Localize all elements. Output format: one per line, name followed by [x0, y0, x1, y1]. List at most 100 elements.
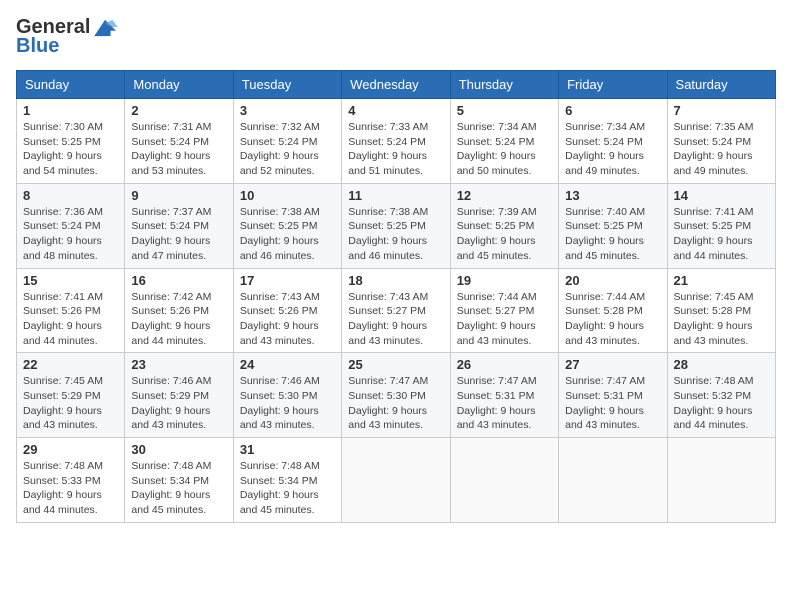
day-detail: Sunrise: 7:48 AM Sunset: 5:34 PM Dayligh…	[240, 459, 335, 518]
day-number: 19	[457, 273, 552, 288]
calendar-cell: 25 Sunrise: 7:47 AM Sunset: 5:30 PM Dayl…	[342, 353, 450, 438]
day-number: 14	[674, 188, 769, 203]
calendar-cell: 6 Sunrise: 7:34 AM Sunset: 5:24 PM Dayli…	[559, 99, 667, 184]
calendar-cell: 16 Sunrise: 7:42 AM Sunset: 5:26 PM Dayl…	[125, 268, 233, 353]
day-number: 12	[457, 188, 552, 203]
calendar-cell: 30 Sunrise: 7:48 AM Sunset: 5:34 PM Dayl…	[125, 438, 233, 523]
day-header-tuesday: Tuesday	[233, 71, 341, 99]
day-detail: Sunrise: 7:43 AM Sunset: 5:27 PM Dayligh…	[348, 290, 443, 349]
day-number: 24	[240, 357, 335, 372]
day-number: 18	[348, 273, 443, 288]
calendar-cell: 1 Sunrise: 7:30 AM Sunset: 5:25 PM Dayli…	[17, 99, 125, 184]
day-detail: Sunrise: 7:37 AM Sunset: 5:24 PM Dayligh…	[131, 205, 226, 264]
day-number: 23	[131, 357, 226, 372]
day-detail: Sunrise: 7:41 AM Sunset: 5:25 PM Dayligh…	[674, 205, 769, 264]
day-detail: Sunrise: 7:47 AM Sunset: 5:31 PM Dayligh…	[565, 374, 660, 433]
calendar-cell: 29 Sunrise: 7:48 AM Sunset: 5:33 PM Dayl…	[17, 438, 125, 523]
calendar-cell: 27 Sunrise: 7:47 AM Sunset: 5:31 PM Dayl…	[559, 353, 667, 438]
day-number: 9	[131, 188, 226, 203]
calendar-cell: 20 Sunrise: 7:44 AM Sunset: 5:28 PM Dayl…	[559, 268, 667, 353]
day-header-sunday: Sunday	[17, 71, 125, 99]
day-header-thursday: Thursday	[450, 71, 558, 99]
day-detail: Sunrise: 7:47 AM Sunset: 5:31 PM Dayligh…	[457, 374, 552, 433]
calendar-cell	[342, 438, 450, 523]
day-detail: Sunrise: 7:31 AM Sunset: 5:24 PM Dayligh…	[131, 120, 226, 179]
day-header-wednesday: Wednesday	[342, 71, 450, 99]
calendar-week-3: 15 Sunrise: 7:41 AM Sunset: 5:26 PM Dayl…	[17, 268, 776, 353]
day-number: 15	[23, 273, 118, 288]
day-number: 11	[348, 188, 443, 203]
calendar-cell: 4 Sunrise: 7:33 AM Sunset: 5:24 PM Dayli…	[342, 99, 450, 184]
day-number: 22	[23, 357, 118, 372]
calendar-week-1: 1 Sunrise: 7:30 AM Sunset: 5:25 PM Dayli…	[17, 99, 776, 184]
calendar-cell: 7 Sunrise: 7:35 AM Sunset: 5:24 PM Dayli…	[667, 99, 775, 184]
day-number: 29	[23, 442, 118, 457]
day-number: 4	[348, 103, 443, 118]
day-number: 5	[457, 103, 552, 118]
day-number: 2	[131, 103, 226, 118]
calendar-week-5: 29 Sunrise: 7:48 AM Sunset: 5:33 PM Dayl…	[17, 438, 776, 523]
day-number: 28	[674, 357, 769, 372]
calendar-cell: 3 Sunrise: 7:32 AM Sunset: 5:24 PM Dayli…	[233, 99, 341, 184]
calendar-cell	[450, 438, 558, 523]
day-number: 8	[23, 188, 118, 203]
day-number: 17	[240, 273, 335, 288]
logo: General Blue	[16, 16, 120, 58]
day-detail: Sunrise: 7:47 AM Sunset: 5:30 PM Dayligh…	[348, 374, 443, 433]
day-detail: Sunrise: 7:42 AM Sunset: 5:26 PM Dayligh…	[131, 290, 226, 349]
calendar-cell: 17 Sunrise: 7:43 AM Sunset: 5:26 PM Dayl…	[233, 268, 341, 353]
day-header-saturday: Saturday	[667, 71, 775, 99]
day-detail: Sunrise: 7:46 AM Sunset: 5:30 PM Dayligh…	[240, 374, 335, 433]
day-number: 6	[565, 103, 660, 118]
calendar-week-4: 22 Sunrise: 7:45 AM Sunset: 5:29 PM Dayl…	[17, 353, 776, 438]
logo-icon	[92, 18, 120, 38]
day-detail: Sunrise: 7:38 AM Sunset: 5:25 PM Dayligh…	[348, 205, 443, 264]
day-detail: Sunrise: 7:39 AM Sunset: 5:25 PM Dayligh…	[457, 205, 552, 264]
day-detail: Sunrise: 7:44 AM Sunset: 5:27 PM Dayligh…	[457, 290, 552, 349]
day-number: 27	[565, 357, 660, 372]
calendar-cell: 9 Sunrise: 7:37 AM Sunset: 5:24 PM Dayli…	[125, 183, 233, 268]
day-detail: Sunrise: 7:48 AM Sunset: 5:34 PM Dayligh…	[131, 459, 226, 518]
day-detail: Sunrise: 7:48 AM Sunset: 5:32 PM Dayligh…	[674, 374, 769, 433]
calendar-cell: 10 Sunrise: 7:38 AM Sunset: 5:25 PM Dayl…	[233, 183, 341, 268]
day-detail: Sunrise: 7:30 AM Sunset: 5:25 PM Dayligh…	[23, 120, 118, 179]
day-detail: Sunrise: 7:32 AM Sunset: 5:24 PM Dayligh…	[240, 120, 335, 179]
calendar-week-2: 8 Sunrise: 7:36 AM Sunset: 5:24 PM Dayli…	[17, 183, 776, 268]
calendar-cell	[667, 438, 775, 523]
calendar-cell: 12 Sunrise: 7:39 AM Sunset: 5:25 PM Dayl…	[450, 183, 558, 268]
calendar-header-row: SundayMondayTuesdayWednesdayThursdayFrid…	[17, 71, 776, 99]
day-header-monday: Monday	[125, 71, 233, 99]
day-number: 16	[131, 273, 226, 288]
day-number: 30	[131, 442, 226, 457]
day-detail: Sunrise: 7:41 AM Sunset: 5:26 PM Dayligh…	[23, 290, 118, 349]
day-detail: Sunrise: 7:44 AM Sunset: 5:28 PM Dayligh…	[565, 290, 660, 349]
day-header-friday: Friday	[559, 71, 667, 99]
day-detail: Sunrise: 7:40 AM Sunset: 5:25 PM Dayligh…	[565, 205, 660, 264]
day-detail: Sunrise: 7:34 AM Sunset: 5:24 PM Dayligh…	[565, 120, 660, 179]
calendar-cell: 31 Sunrise: 7:48 AM Sunset: 5:34 PM Dayl…	[233, 438, 341, 523]
day-number: 7	[674, 103, 769, 118]
day-detail: Sunrise: 7:36 AM Sunset: 5:24 PM Dayligh…	[23, 205, 118, 264]
logo-blue: Blue	[16, 35, 59, 58]
day-number: 1	[23, 103, 118, 118]
day-detail: Sunrise: 7:35 AM Sunset: 5:24 PM Dayligh…	[674, 120, 769, 179]
day-detail: Sunrise: 7:45 AM Sunset: 5:29 PM Dayligh…	[23, 374, 118, 433]
calendar-cell: 8 Sunrise: 7:36 AM Sunset: 5:24 PM Dayli…	[17, 183, 125, 268]
calendar-cell: 28 Sunrise: 7:48 AM Sunset: 5:32 PM Dayl…	[667, 353, 775, 438]
calendar-cell: 15 Sunrise: 7:41 AM Sunset: 5:26 PM Dayl…	[17, 268, 125, 353]
calendar-cell: 14 Sunrise: 7:41 AM Sunset: 5:25 PM Dayl…	[667, 183, 775, 268]
calendar-cell	[559, 438, 667, 523]
calendar-cell: 22 Sunrise: 7:45 AM Sunset: 5:29 PM Dayl…	[17, 353, 125, 438]
day-number: 10	[240, 188, 335, 203]
calendar-cell: 19 Sunrise: 7:44 AM Sunset: 5:27 PM Dayl…	[450, 268, 558, 353]
day-number: 3	[240, 103, 335, 118]
day-number: 21	[674, 273, 769, 288]
calendar-cell: 23 Sunrise: 7:46 AM Sunset: 5:29 PM Dayl…	[125, 353, 233, 438]
calendar-cell: 21 Sunrise: 7:45 AM Sunset: 5:28 PM Dayl…	[667, 268, 775, 353]
calendar-cell: 13 Sunrise: 7:40 AM Sunset: 5:25 PM Dayl…	[559, 183, 667, 268]
day-number: 25	[348, 357, 443, 372]
calendar-cell: 24 Sunrise: 7:46 AM Sunset: 5:30 PM Dayl…	[233, 353, 341, 438]
calendar-cell: 2 Sunrise: 7:31 AM Sunset: 5:24 PM Dayli…	[125, 99, 233, 184]
calendar-cell: 26 Sunrise: 7:47 AM Sunset: 5:31 PM Dayl…	[450, 353, 558, 438]
day-detail: Sunrise: 7:34 AM Sunset: 5:24 PM Dayligh…	[457, 120, 552, 179]
